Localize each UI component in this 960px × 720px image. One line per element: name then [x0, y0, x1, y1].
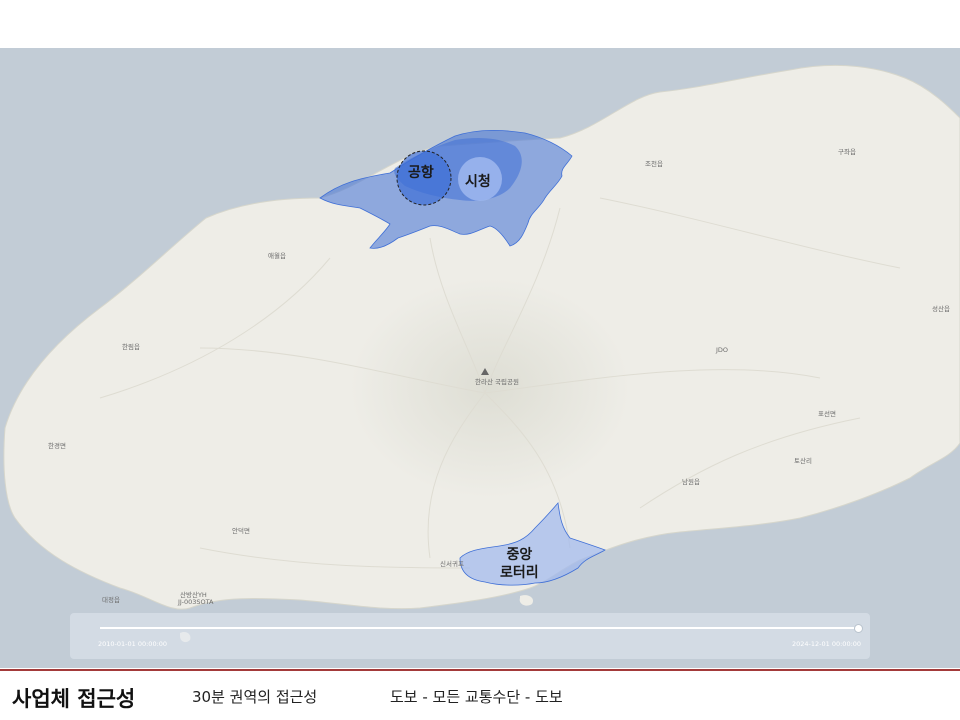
footer-bar: 사업체 접근성 30분 권역의 접근성 도보 - 모든 교통수단 - 도보: [0, 671, 960, 720]
islet-south: [519, 595, 534, 606]
footer-title: 사업체 접근성: [12, 687, 136, 711]
place-label: 대정읍: [102, 596, 120, 604]
place-label: 조천읍: [645, 160, 663, 168]
timeline-track[interactable]: [100, 627, 860, 629]
place-label: 성산읍: [932, 305, 950, 313]
place-label: 토산리: [794, 457, 812, 465]
halla-mountain: [350, 278, 630, 498]
map-canvas: [3, 64, 960, 643]
timeline-start-label: 2010-01-01 00:00:00: [98, 640, 168, 648]
place-label: 한경면: [48, 442, 66, 450]
footer-mode: 도보 - 모든 교통수단 - 도보: [390, 688, 563, 706]
place-label: 애월읍: [268, 252, 286, 260]
footer-subtitle: 30분 권역의 접근성: [192, 688, 318, 706]
rotary-label[interactable]: 중앙 로터리: [500, 546, 539, 582]
timeline-end-label: 2024-12-01 00:00:00: [792, 640, 862, 648]
place-label: 한라산 국립공원: [475, 378, 519, 386]
timeline-panel: 2010-01-01 00:00:00 2024-12-01 00:00:00: [70, 613, 870, 659]
place-label: 신서귀포: [440, 560, 464, 568]
map-view[interactable]: 조천읍 구좌읍 애월읍 성산읍 한림읍 한라산 국립공원 한경면 표선면 토산리…: [0, 48, 960, 668]
place-label: 한림읍: [122, 343, 140, 351]
place-label: JJ-003SOTA: [178, 598, 214, 606]
airport-label[interactable]: 공항: [408, 162, 434, 182]
timeline-handle[interactable]: [854, 624, 863, 633]
place-label: 안덕면: [232, 527, 250, 535]
city-hall-label[interactable]: 시청: [465, 171, 491, 191]
place-label: 구좌읍: [838, 148, 856, 156]
place-label: JDO: [716, 346, 729, 354]
place-label: 표선면: [818, 410, 836, 418]
place-label: 남원읍: [682, 478, 700, 486]
